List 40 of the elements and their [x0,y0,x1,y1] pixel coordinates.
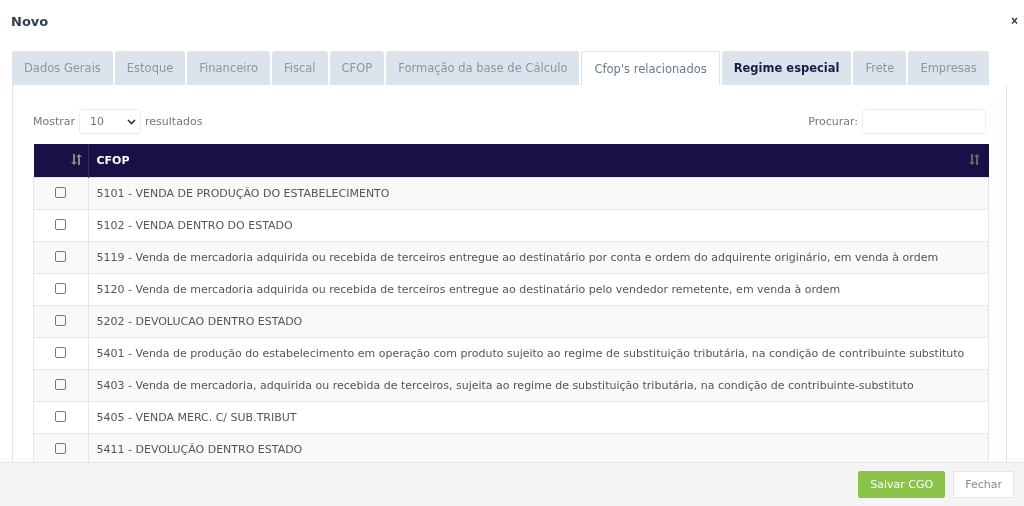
table-cell: 5101 - VENDA DE PRODUÇÃO DO ESTABELECIMENTO [88,177,989,210]
show-label: Mostrar [33,115,76,128]
column-header[interactable]: CFOP [96,154,130,167]
row-checkbox[interactable] [55,346,67,358]
row-checkbox[interactable] [55,186,67,198]
tab[interactable]: Regime especial [721,51,852,85]
sort-icon [968,154,980,165]
sort-icon [70,153,82,165]
tab[interactable]: Cfop's relacionados [581,51,720,85]
table-cell: 5102 - VENDA DENTRO DO ESTADO [88,209,989,242]
close-button[interactable]: × [1011,14,1018,28]
tab[interactable]: Formação da base de Cálculo [386,51,580,85]
tab[interactable]: Frete [853,51,907,85]
row-checkbox[interactable] [55,218,67,230]
table-cell: 5202 - DEVOLUCAO DENTRO ESTADO [88,305,989,338]
table-cell: 5401 - Venda de produção do estabelecimento em operação com produto sujeito ao regime de substituição tributária, na condição de contribuinte substituto [88,337,989,370]
tab[interactable]: Financeiro [187,51,270,85]
table-cell: 5405 - VENDA MERC. C/ SUB.TRIBUT [88,401,989,434]
table-cell: 5411 - DEVOLUÇÃO DENTRO ESTADO [88,433,989,462]
tab[interactable]: CFOP [329,51,385,85]
row-checkbox[interactable] [55,282,67,294]
tab[interactable]: Fiscal [272,51,328,85]
table-cell: 5120 - Venda de mercadoria adquirida ou recebida de terceiros entregue ao destinatário pelo vendedor remetente, em venda à ordem [88,273,989,306]
dialog-title: Novo [11,13,49,29]
results-label: resultados [145,115,203,128]
chevron-icon [127,118,137,125]
save-button[interactable]: Salvar CGO [858,471,946,498]
row-checkbox[interactable] [55,410,67,422]
table-cell: 5403 - Venda de mercadoria, adquirida ou recebida de terceiros, sujeita ao regime de substituição tributária, na condição de contribuinte-substituto [88,369,989,402]
tab[interactable]: Empresas [908,51,989,85]
row-checkbox[interactable] [55,314,67,326]
search-label: Procurar: [808,115,858,128]
row-checkbox[interactable] [55,378,67,390]
close-button[interactable]: Fechar [953,471,1014,498]
tab[interactable]: Dados Gerais [12,51,113,85]
page-size-dropdown[interactable]: 10 [79,109,142,134]
row-checkbox[interactable] [55,250,67,262]
table-cell: 5119 - Venda de mercadoria adquirida ou recebida de terceiros entregue ao destinatário por conta e ordem do adquirente originário, em venda à ordem [88,241,989,274]
tab[interactable]: Estoque [114,51,186,85]
row-checkbox[interactable] [55,442,67,454]
